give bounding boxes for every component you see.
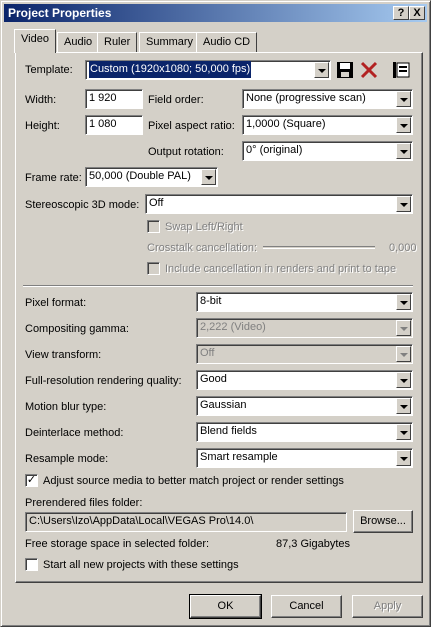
- chevron-down-icon[interactable]: [396, 294, 411, 310]
- project-properties-window: Project Properties ? X Video Audio Ruler…: [0, 0, 431, 627]
- apply-button[interactable]: Apply: [352, 595, 423, 618]
- help-button[interactable]: ?: [393, 6, 409, 20]
- stereoscopic-value: Off: [149, 197, 164, 209]
- tab-audio-cd[interactable]: Audio CD: [196, 32, 258, 52]
- render-quality-value: Good: [200, 373, 227, 385]
- frame-rate-dropdown[interactable]: 50,000 (Double PAL): [85, 167, 218, 187]
- prerendered-folder-label: Prerendered files folder:: [25, 497, 143, 509]
- field-order-dropdown[interactable]: None (progressive scan): [242, 89, 413, 109]
- chevron-down-icon[interactable]: [396, 143, 411, 159]
- swap-left-right-label: Swap Left/Right: [165, 221, 243, 233]
- delete-template-icon[interactable]: [359, 60, 379, 80]
- render-quality-label: Full-resolution rendering quality:: [25, 375, 182, 387]
- browse-button[interactable]: Browse...: [353, 510, 413, 533]
- pixel-format-value: 8-bit: [200, 295, 222, 307]
- chevron-down-icon[interactable]: [396, 450, 411, 466]
- tab-ruler[interactable]: Ruler: [97, 32, 138, 52]
- start-all-projects-checkbox[interactable]: [25, 558, 38, 571]
- section-divider: [23, 285, 413, 287]
- pixel-aspect-dropdown[interactable]: 1,0000 (Square): [242, 115, 413, 135]
- tab-video[interactable]: Video: [14, 29, 56, 53]
- template-value: Custom (1920x1080; 50,000 fps): [89, 61, 252, 78]
- stereoscopic-label: Stereoscopic 3D mode:: [25, 199, 140, 211]
- title-bar: Project Properties ? X: [4, 4, 427, 22]
- ok-button[interactable]: OK: [189, 594, 262, 619]
- close-button[interactable]: X: [409, 6, 425, 20]
- chevron-down-icon[interactable]: [201, 169, 216, 185]
- pixel-aspect-label: Pixel aspect ratio:: [148, 120, 235, 132]
- tab-summary[interactable]: Summary: [139, 32, 201, 52]
- template-dropdown[interactable]: Custom (1920x1080; 50,000 fps): [85, 60, 331, 80]
- view-transform-value: Off: [200, 347, 215, 359]
- template-label: Template:: [25, 64, 73, 76]
- field-order-label: Field order:: [148, 94, 204, 106]
- crosstalk-label: Crosstalk cancellation:: [147, 242, 258, 254]
- adjust-media-checkbox[interactable]: ✓: [25, 474, 38, 487]
- resample-dropdown[interactable]: Smart resample: [196, 448, 413, 468]
- stereoscopic-dropdown[interactable]: Off: [145, 194, 413, 214]
- chevron-down-icon[interactable]: [396, 196, 411, 212]
- compositing-gamma-label: Compositing gamma:: [25, 323, 129, 335]
- chevron-down-icon[interactable]: [314, 62, 329, 78]
- tab-audio[interactable]: Audio: [57, 32, 100, 52]
- view-transform-dropdown[interactable]: Off: [196, 344, 413, 364]
- height-label: Height:: [25, 120, 60, 132]
- frame-rate-label: Frame rate:: [25, 172, 82, 184]
- deinterlace-dropdown[interactable]: Blend fields: [196, 422, 413, 442]
- deinterlace-value: Blend fields: [200, 425, 257, 437]
- deinterlace-label: Deinterlace method:: [25, 427, 124, 439]
- chevron-down-icon[interactable]: [396, 91, 411, 107]
- chevron-down-icon[interactable]: [396, 398, 411, 414]
- chevron-down-icon[interactable]: [396, 320, 411, 336]
- storage-value: 87,3 Gigabytes: [276, 538, 350, 550]
- resample-value: Smart resample: [200, 451, 278, 463]
- render-quality-dropdown[interactable]: Good: [196, 370, 413, 390]
- chevron-down-icon[interactable]: [396, 117, 411, 133]
- chevron-down-icon[interactable]: [396, 424, 411, 440]
- motion-blur-label: Motion blur type:: [25, 401, 107, 413]
- output-rotation-label: Output rotation:: [148, 146, 224, 158]
- match-media-settings-icon[interactable]: [391, 60, 411, 80]
- include-cancellation-checkbox[interactable]: [147, 262, 160, 275]
- include-cancellation-label: Include cancellation in renders and prin…: [165, 263, 397, 275]
- start-all-projects-label: Start all new projects with these settin…: [43, 559, 239, 571]
- view-transform-label: View transform:: [25, 349, 102, 361]
- prerendered-folder-path: C:\Users\Izo\AppData\Local\VEGAS Pro\14.…: [25, 512, 347, 532]
- crosstalk-slider[interactable]: [263, 246, 375, 249]
- pixel-format-label: Pixel format:: [25, 297, 87, 309]
- compositing-gamma-value: 2,222 (Video): [200, 321, 266, 333]
- storage-label: Free storage space in selected folder:: [25, 538, 210, 550]
- chevron-down-icon[interactable]: [396, 346, 411, 362]
- motion-blur-dropdown[interactable]: Gaussian: [196, 396, 413, 416]
- width-input[interactable]: 1 920: [85, 89, 143, 109]
- crosstalk-value: 0,000: [389, 242, 417, 254]
- width-label: Width:: [25, 94, 57, 106]
- motion-blur-value: Gaussian: [200, 399, 247, 411]
- swap-left-right-checkbox[interactable]: [147, 220, 160, 233]
- compositing-gamma-dropdown[interactable]: 2,222 (Video): [196, 318, 413, 338]
- frame-rate-value: 50,000 (Double PAL): [89, 170, 191, 182]
- height-input[interactable]: 1 080: [85, 115, 143, 135]
- resample-label: Resample mode:: [25, 453, 109, 465]
- field-order-value: None (progressive scan): [246, 92, 366, 104]
- output-rotation-dropdown[interactable]: 0° (original): [242, 141, 413, 161]
- output-rotation-value: 0° (original): [246, 144, 303, 156]
- window-title: Project Properties: [8, 6, 112, 20]
- save-template-icon[interactable]: [335, 60, 355, 80]
- chevron-down-icon[interactable]: [396, 372, 411, 388]
- cancel-button[interactable]: Cancel: [271, 595, 342, 618]
- pixel-aspect-value: 1,0000 (Square): [246, 118, 326, 130]
- adjust-media-label: Adjust source media to better match proj…: [43, 475, 344, 487]
- pixel-format-dropdown[interactable]: 8-bit: [196, 292, 413, 312]
